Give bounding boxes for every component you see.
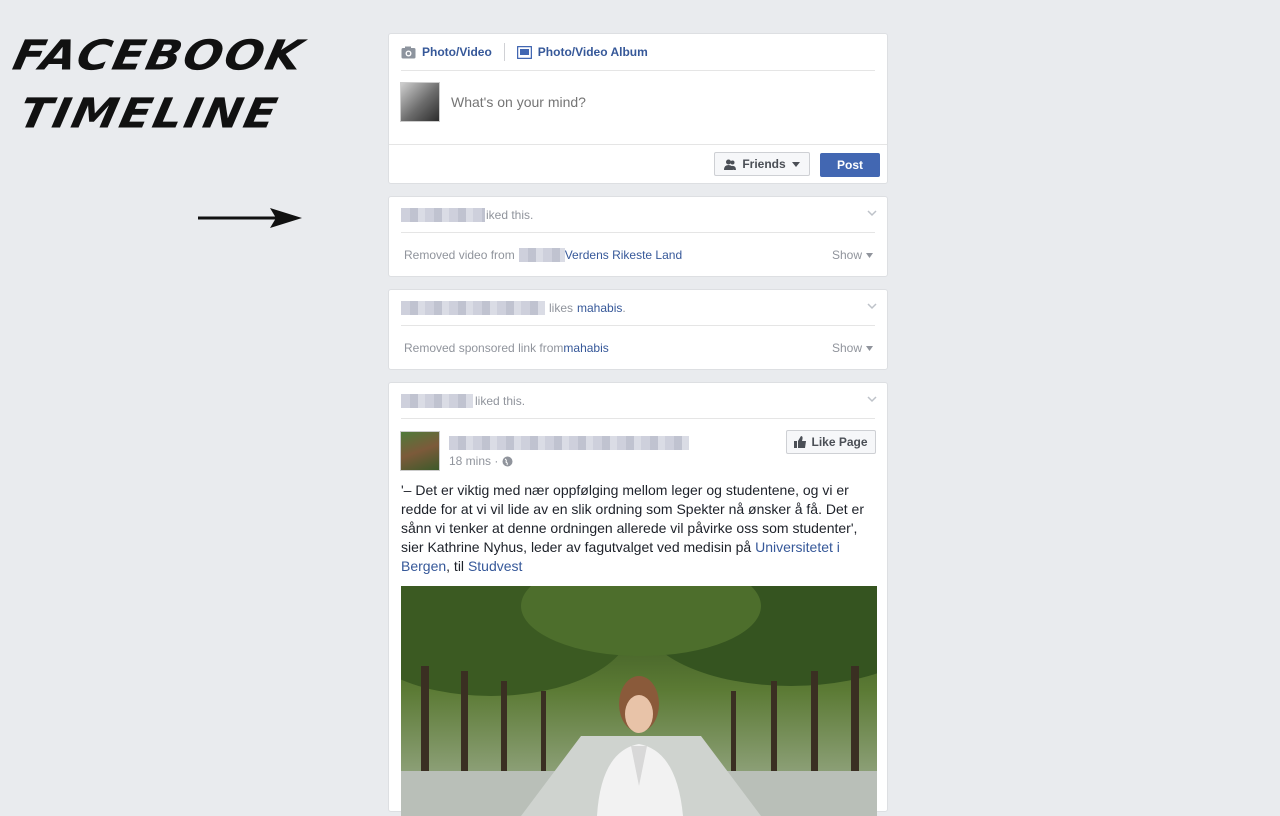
story-header: liked this. (401, 383, 875, 419)
chevron-down-icon[interactable] (867, 394, 877, 404)
blurred-name (518, 248, 565, 262)
removed-text: Removed sponsored link from (404, 341, 564, 355)
user-avatar[interactable] (400, 82, 440, 122)
camera-icon (401, 46, 416, 58)
blurred-name (401, 300, 545, 315)
page-name[interactable] (449, 435, 689, 450)
arrow-right-icon (198, 208, 302, 228)
story-card: likes mahabis . Removed sponsored link f… (388, 289, 888, 370)
friends-icon (724, 159, 737, 170)
status-input[interactable] (451, 94, 831, 110)
post-text-mid: , til (446, 558, 468, 574)
removed-source-link[interactable]: Verdens Rikeste Land (565, 248, 682, 262)
composer-tabs: Photo/Video Photo/Video Album (401, 34, 875, 71)
removed-text: Removed video from (404, 248, 515, 262)
composer-divider (389, 144, 887, 145)
title-line-2: TIMELINE (14, 88, 284, 138)
globe-icon (502, 456, 513, 466)
show-button[interactable]: Show (832, 341, 873, 355)
chevron-down-icon (791, 161, 800, 167)
story-action-suffix: . (622, 300, 626, 315)
title-line-1: FACEBOOK (8, 30, 309, 80)
removed-row: Removed video from Verdens Rikeste Land … (404, 248, 873, 262)
page-avatar[interactable] (400, 431, 440, 471)
removed-source-link[interactable]: mahabis (563, 341, 608, 355)
story-action: iked this. (486, 207, 534, 222)
caret-down-icon (866, 252, 873, 258)
tab-photo-video[interactable]: Photo/Video (401, 45, 492, 59)
tab-photo-video-label: Photo/Video (422, 45, 492, 59)
tab-photo-video-album-label: Photo/Video Album (537, 45, 648, 59)
link-studvest[interactable]: Studvest (468, 558, 522, 574)
album-icon (516, 45, 532, 59)
post-button[interactable]: Post (820, 153, 880, 177)
thumbs-up-icon (794, 436, 807, 448)
post-image[interactable] (401, 586, 877, 816)
story-header: likes mahabis . (401, 290, 875, 326)
story-card: liked this. 18 mins · Like Page '– Det e… (388, 382, 888, 816)
story-action: liked this. (475, 393, 526, 408)
like-page-label: Like Page (811, 435, 868, 449)
post-timestamp[interactable]: 18 mins · (449, 454, 498, 468)
audience-label: Friends (742, 157, 786, 171)
chevron-down-icon[interactable] (867, 301, 877, 311)
blurred-name (401, 207, 485, 222)
audience-selector-button[interactable]: Friends (714, 152, 810, 176)
post-text: '– Det er viktig med nær oppfølging mell… (401, 481, 877, 576)
composer-card: Photo/Video Photo/Video Album Friends Po… (388, 33, 888, 184)
story-header: iked this. (401, 197, 875, 233)
show-button[interactable]: Show (832, 248, 873, 262)
page-link-mahabis[interactable]: mahabis (577, 301, 622, 315)
tab-photo-video-album[interactable]: Photo/Video Album (516, 45, 648, 59)
tab-divider (503, 43, 505, 61)
story-action-prefix: likes (549, 300, 574, 315)
removed-row: Removed sponsored link from mahabis Show (404, 341, 873, 355)
story-card: iked this. Removed video from Verdens Ri… (388, 196, 888, 277)
show-label: Show (831, 248, 862, 262)
blurred-name (449, 435, 689, 450)
caret-down-icon (866, 345, 873, 351)
chevron-down-icon[interactable] (867, 208, 877, 218)
post-meta: 18 mins · (449, 454, 513, 468)
show-label: Show (831, 341, 862, 355)
like-page-button[interactable]: Like Page (786, 430, 876, 454)
blurred-name (401, 393, 473, 408)
